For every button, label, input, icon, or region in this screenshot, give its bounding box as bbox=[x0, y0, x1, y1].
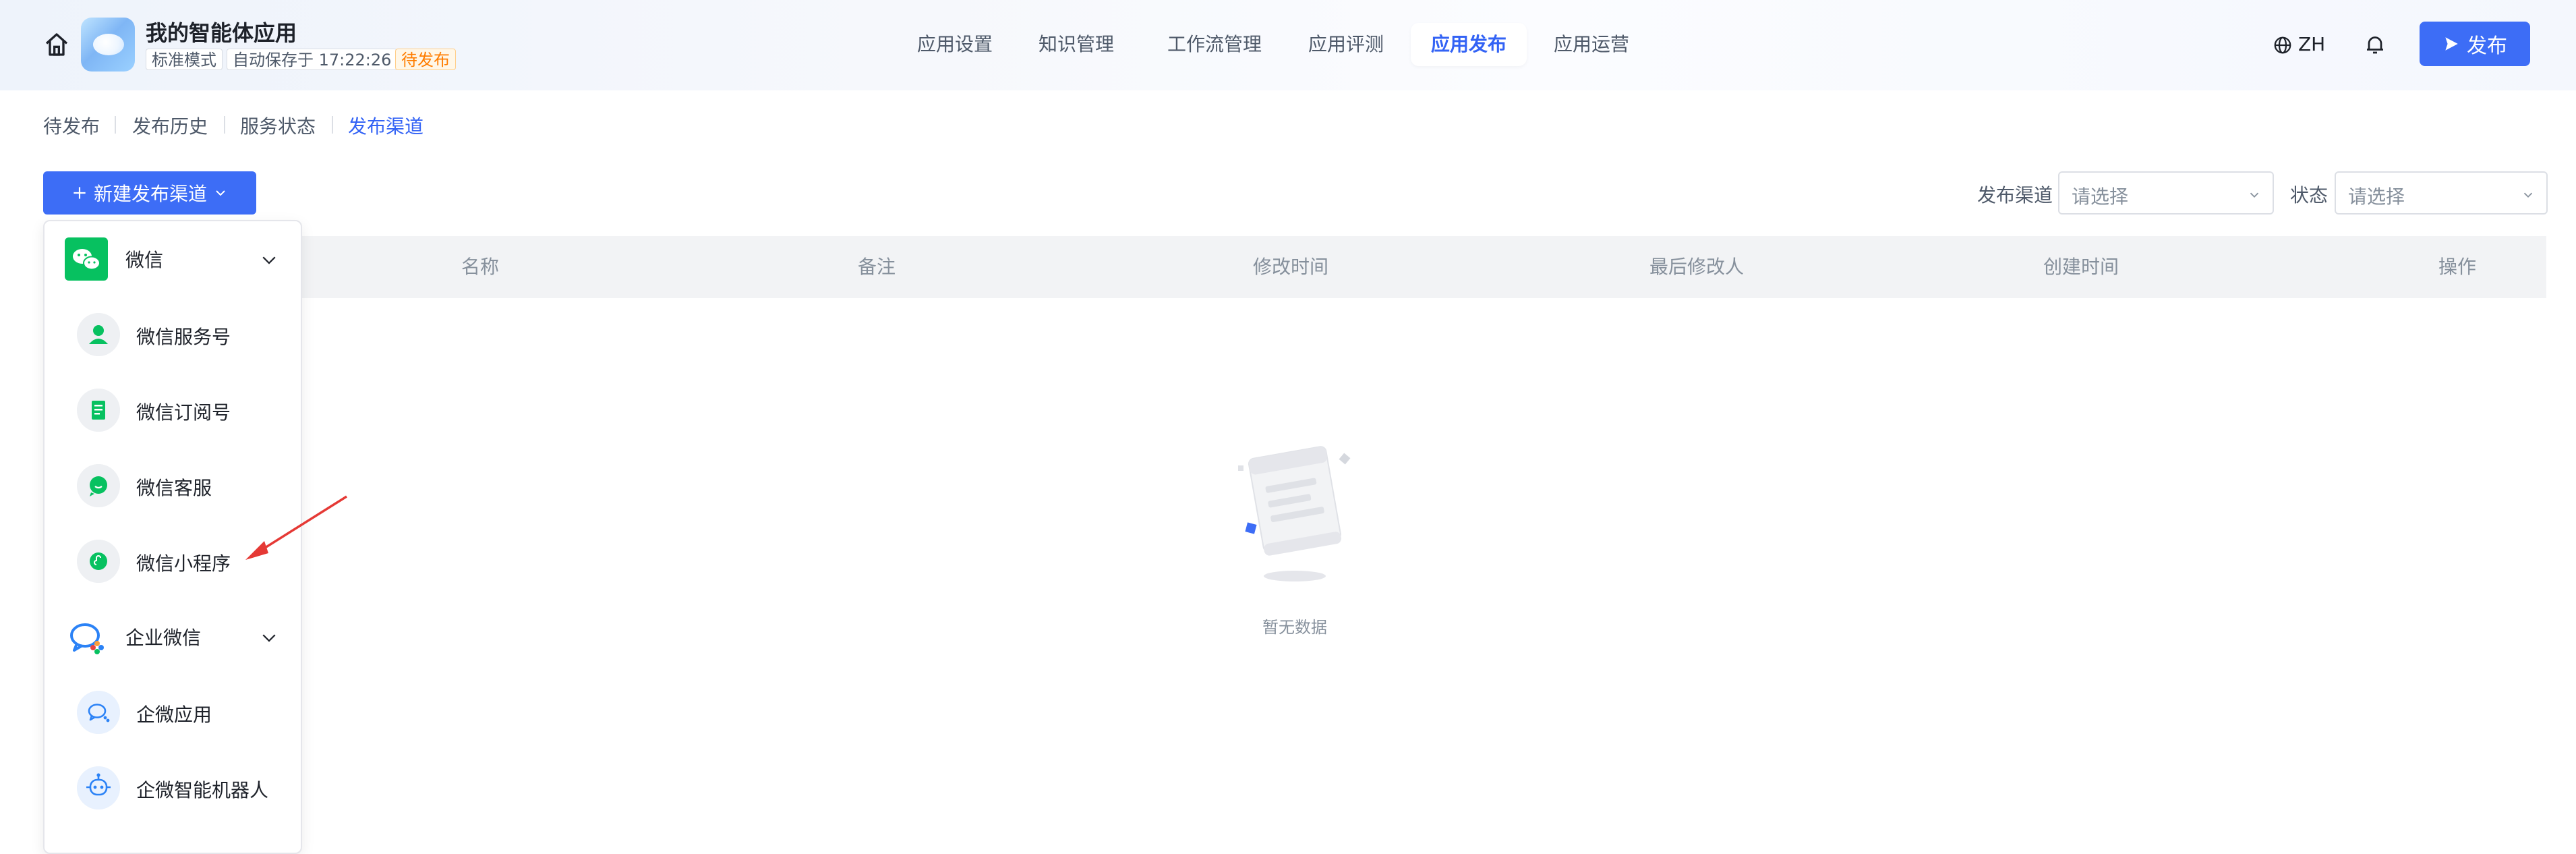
chevron-down-icon bbox=[2250, 192, 2259, 198]
subtab-pending[interactable]: 待发布 bbox=[43, 112, 100, 139]
autosave-tag: 自动保存于 17:22:26 bbox=[227, 49, 398, 70]
language-label: ZH bbox=[2298, 33, 2326, 55]
divider bbox=[224, 116, 225, 134]
bell-icon[interactable] bbox=[2363, 32, 2387, 57]
group-label: 企业微信 bbox=[125, 627, 202, 649]
new-channel-button[interactable]: 新建发布渠道 bbox=[43, 171, 256, 215]
globe-icon bbox=[2274, 36, 2291, 54]
column-actions: 操作 bbox=[2438, 256, 2477, 278]
language-switch[interactable]: ZH bbox=[2273, 30, 2325, 59]
divider bbox=[332, 116, 333, 134]
empty-text: 暂无数据 bbox=[1262, 618, 1327, 637]
publish-label: 发布 bbox=[2467, 34, 2507, 58]
column-remark: 备注 bbox=[858, 256, 896, 278]
status-filter-label: 状态 bbox=[2290, 184, 2329, 206]
table-header: 名称 备注 修改时间 最后修改人 创建时间 操作 bbox=[43, 236, 2546, 298]
menu-item-label: 企微智能机器人 bbox=[136, 779, 269, 801]
wework-app-icon bbox=[77, 691, 120, 734]
document-icon bbox=[77, 389, 120, 432]
divider bbox=[115, 116, 116, 134]
chevron-down-icon bbox=[2523, 192, 2533, 198]
channel-filter-label: 发布渠道 bbox=[1977, 184, 2053, 206]
column-modified-time: 修改时间 bbox=[1253, 256, 1329, 278]
nav-operations[interactable]: 应用运营 bbox=[1538, 23, 1645, 66]
menu-item-label: 微信订阅号 bbox=[136, 401, 231, 424]
home-icon[interactable] bbox=[43, 31, 70, 58]
menu-item-wechat-service[interactable]: 微信服务号 bbox=[45, 300, 301, 367]
nav-workflow[interactable]: 工作流管理 bbox=[1150, 23, 1279, 66]
status-select-placeholder: 请选择 bbox=[2348, 186, 2405, 208]
chat-bubble-icon bbox=[77, 464, 120, 507]
menu-item-label: 企微应用 bbox=[136, 704, 212, 726]
status-select[interactable]: 请选择 bbox=[2335, 171, 2548, 215]
nav-knowledge[interactable]: 知识管理 bbox=[1022, 23, 1130, 66]
column-name: 名称 bbox=[461, 256, 500, 278]
channel-select[interactable]: 请选择 bbox=[2058, 171, 2274, 215]
status-badge: 待发布 bbox=[395, 49, 456, 70]
robot-icon bbox=[77, 766, 120, 809]
chevron-down-icon bbox=[262, 256, 276, 264]
subtab-service-status[interactable]: 服务状态 bbox=[240, 112, 316, 139]
menu-item-label: 微信服务号 bbox=[136, 326, 231, 348]
subtab-channels[interactable]: 发布渠道 bbox=[348, 112, 423, 139]
user-icon bbox=[77, 313, 120, 356]
chevron-down-icon bbox=[262, 634, 276, 642]
mini-program-icon bbox=[77, 540, 120, 583]
mode-tag: 标准模式 bbox=[146, 49, 223, 70]
plus-icon bbox=[74, 187, 86, 199]
group-label: 微信 bbox=[125, 249, 164, 271]
group-wework[interactable]: 企业微信 bbox=[45, 602, 301, 669]
chevron-down-icon bbox=[216, 190, 225, 196]
menu-item-wechat-subscription[interactable]: 微信订阅号 bbox=[45, 375, 301, 443]
menu-item-wework-app[interactable]: 企微应用 bbox=[45, 677, 301, 745]
nav-publish[interactable]: 应用发布 bbox=[1411, 23, 1527, 66]
app-logo bbox=[81, 18, 135, 72]
nav-evaluation[interactable]: 应用评测 bbox=[1292, 23, 1400, 66]
menu-item-wework-bot[interactable]: 企微智能机器人 bbox=[45, 753, 301, 820]
wechat-icon bbox=[65, 237, 108, 281]
nav-app-settings[interactable]: 应用设置 bbox=[901, 23, 1009, 66]
group-wechat[interactable]: 微信 bbox=[45, 224, 301, 291]
annotation-arrow bbox=[245, 495, 347, 560]
app-name: 我的智能体应用 bbox=[146, 20, 297, 46]
wework-icon bbox=[70, 623, 104, 654]
publish-button[interactable]: 发布 bbox=[2420, 22, 2530, 66]
channel-select-placeholder: 请选择 bbox=[2072, 186, 2129, 208]
column-created-time: 创建时间 bbox=[2043, 256, 2119, 278]
subtab-history[interactable]: 发布历史 bbox=[132, 112, 208, 139]
column-last-modifier: 最后修改人 bbox=[1649, 256, 1745, 278]
top-header: 我的智能体应用 标准模式 自动保存于 17:22:26 待发布 应用设置 知识管… bbox=[0, 0, 2576, 90]
menu-item-label: 微信小程序 bbox=[136, 552, 231, 575]
new-channel-label: 新建发布渠道 bbox=[93, 183, 207, 205]
send-icon bbox=[2445, 37, 2458, 51]
empty-illustration bbox=[1238, 446, 1351, 581]
menu-item-label: 微信客服 bbox=[136, 477, 212, 499]
